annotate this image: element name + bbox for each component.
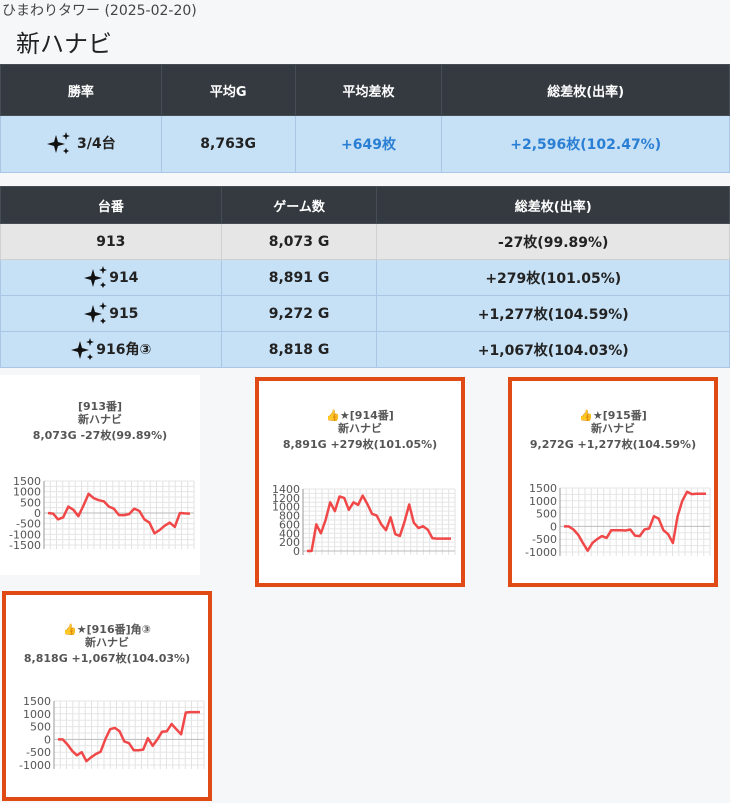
avg-diff-value: +649枚 <box>294 115 443 173</box>
machine-number: 916角③ <box>96 341 152 358</box>
machine-diff: +279枚(101.05%) <box>376 259 730 296</box>
machine-games: 9,272 G <box>220 295 378 332</box>
header-avg-diff: 平均差枚 <box>294 64 443 116</box>
machine-games: 8,818 G <box>220 331 378 368</box>
sparkle-icon <box>47 132 71 154</box>
sparkle-icon <box>84 265 108 288</box>
line-chart-916: 150010005000-500-1000 <box>19 695 205 772</box>
y-tick-label: -1000 <box>525 546 557 559</box>
machine-number-cell: 916角③ <box>0 331 222 368</box>
machine-number: 914 <box>109 269 139 286</box>
header-machine-number: 台番 <box>0 186 222 224</box>
y-tick-label: 0 <box>550 520 557 533</box>
store-date-subtitle: ひまわりタワー (2025-02-20) <box>2 3 197 19</box>
machine-number-cell: 915 <box>0 295 222 332</box>
y-tick-label: 0 <box>293 545 300 558</box>
y-tick-label: -500 <box>26 746 51 759</box>
y-tick-label: -1000 <box>19 759 51 772</box>
y-tick-label: 1500 <box>23 695 51 708</box>
machine-games: 8,073 G <box>220 223 378 260</box>
sparkle-icon <box>84 301 108 324</box>
table-row[interactable]: 913 8,073 G -27枚(99.89%) <box>0 223 730 260</box>
total-diff-value: +2,596枚(102.47%) <box>441 115 730 173</box>
y-tick-label: -500 <box>532 533 557 546</box>
y-tick-label: 1500 <box>529 482 557 495</box>
line-chart-913: 150010005000-500-1000-1500 <box>9 475 195 552</box>
y-tick-label: 1000 <box>529 495 557 508</box>
win-rate-value: 3/4台 <box>77 136 116 152</box>
table-row[interactable]: 914 8,891 G +279枚(101.05%) <box>0 259 730 296</box>
y-tick-label: 500 <box>536 508 557 521</box>
chart-card-916[interactable]: 👍★[916番]角③ 新ハナビ 8,818G +1,067枚(104.03%) … <box>2 591 212 801</box>
y-tick-label: -1500 <box>9 539 41 552</box>
chart-card-914[interactable]: 👍★[914番] 新ハナビ 8,891G +279枚(101.05%) 1400… <box>255 377 465 587</box>
header-total-diff: 総差枚(出率) <box>441 64 730 116</box>
table-row[interactable]: 915 9,272 G +1,277枚(104.59%) <box>0 295 730 332</box>
line-chart-914: 1400120010008006004002000 <box>272 483 456 558</box>
header-avg-games: 平均G <box>160 64 296 116</box>
chart-card-915[interactable]: 👍★[915番] 新ハナビ 9,272G +1,277枚(104.59%) 15… <box>508 377 718 587</box>
y-tick-label: 500 <box>30 721 51 734</box>
machine-number: 913 <box>0 223 222 260</box>
machines-table: 台番 ゲーム数 総差枚(出率) 913 8,073 G -27枚(99.89%)… <box>0 186 730 368</box>
table-row[interactable]: 916角③ 8,818 G +1,067枚(104.03%) <box>0 331 730 368</box>
machine-diff: +1,067枚(104.03%) <box>376 331 730 368</box>
sparkle-icon <box>71 337 95 360</box>
line-chart-915: 150010005000-500-1000 <box>525 482 711 559</box>
machine-games: 8,891 G <box>220 259 378 296</box>
header-diff: 総差枚(出率) <box>376 186 730 224</box>
machine-number-cell: 914 <box>0 259 222 296</box>
win-rate-cell: 3/4台 <box>0 115 162 173</box>
avg-games-value: 8,763G <box>160 115 296 173</box>
y-tick-label: 1000 <box>23 708 51 721</box>
y-tick-label: 0 <box>44 733 51 746</box>
machine-diff: +1,277枚(104.59%) <box>376 295 730 332</box>
header-games: ゲーム数 <box>220 186 378 224</box>
page-title: 新ハナビ <box>16 30 112 58</box>
header-win-rate: 勝率 <box>0 64 162 116</box>
machine-number: 915 <box>109 305 139 322</box>
summary-table: 勝率 平均G 平均差枚 総差枚(出率) 3/4台 8,763G +649枚 +2… <box>0 64 730 173</box>
machine-diff: -27枚(99.89%) <box>376 223 730 260</box>
chart-card-913[interactable]: [913番] 新ハナビ 8,073G -27枚(99.89%) 1500 1000… <box>0 375 200 575</box>
